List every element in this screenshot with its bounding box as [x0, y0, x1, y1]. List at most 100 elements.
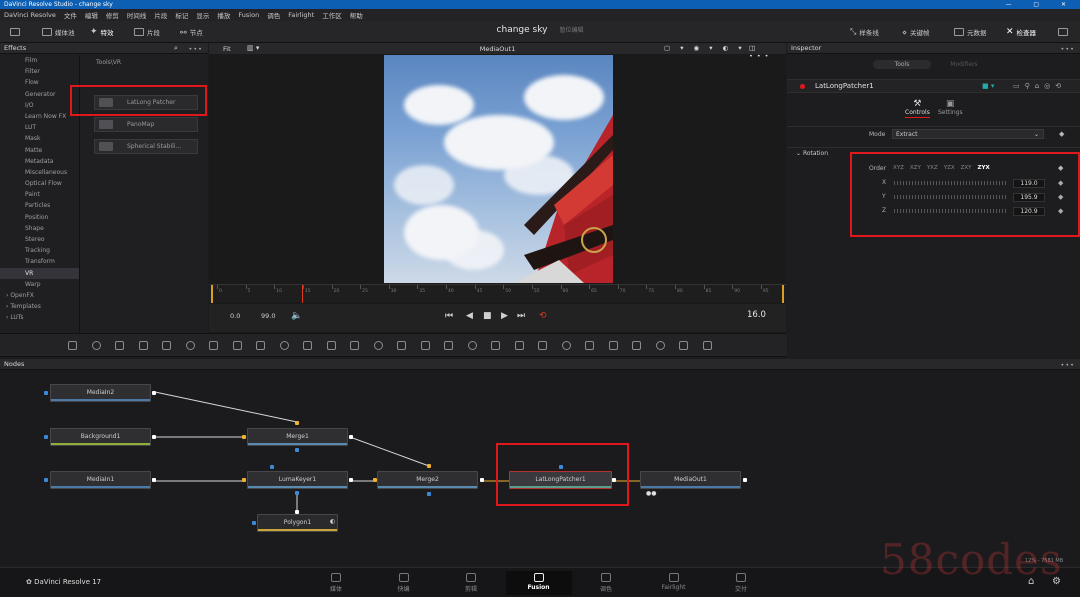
- keyframe-diamond-icon[interactable]: ◆: [1058, 207, 1063, 215]
- rotation-value-input[interactable]: 120.9: [1013, 207, 1045, 216]
- page-tab-4[interactable]: 调色: [573, 571, 639, 595]
- saver-tool-icon[interactable]: [397, 341, 406, 350]
- effects-category-item[interactable]: VR: [0, 267, 79, 279]
- node-port[interactable]: [295, 510, 299, 514]
- effects-category-item[interactable]: Tracking: [0, 245, 79, 256]
- more-options-icon[interactable]: •••: [188, 45, 203, 53]
- effects-category-item[interactable]: Miscellaneous: [0, 167, 79, 178]
- menu-item[interactable]: 标记: [175, 10, 188, 20]
- search-icon[interactable]: ⌕: [174, 44, 178, 53]
- node-port[interactable]: [427, 464, 431, 468]
- node-port[interactable]: [44, 478, 48, 482]
- node-port[interactable]: [295, 448, 299, 452]
- node-mediaout1[interactable]: MediaOut1: [640, 471, 741, 489]
- nodes-button[interactable]: ⚯ 节点: [180, 26, 203, 38]
- effects-group-item[interactable]: › Templates: [0, 301, 79, 312]
- settings-tab[interactable]: ▣ Settings: [938, 99, 963, 116]
- keyframe-diamond-icon[interactable]: ◆: [1058, 179, 1063, 187]
- menu-item[interactable]: 帮助: [350, 10, 363, 20]
- resize-tool-icon[interactable]: [350, 341, 359, 350]
- menu-item[interactable]: 时间线: [127, 10, 147, 20]
- effects-category-item[interactable]: Flow: [0, 77, 79, 88]
- effects-category-item[interactable]: Transform: [0, 256, 79, 267]
- node-port[interactable]: [242, 478, 246, 482]
- effects-category-item[interactable]: Matte: [0, 145, 79, 156]
- play-icon[interactable]: ▶: [501, 311, 508, 321]
- keyframe-diamond-icon[interactable]: ◆: [1058, 193, 1063, 201]
- blur-tool-icon[interactable]: [185, 341, 195, 350]
- effects-category-item[interactable]: Generator: [0, 89, 79, 100]
- clips-button[interactable]: 片段: [134, 26, 160, 38]
- node-port[interactable]: [349, 478, 353, 482]
- 3d-tool-icon[interactable]: [585, 341, 594, 350]
- page-tab-6[interactable]: 交付: [708, 571, 774, 595]
- menu-item[interactable]: 编辑: [85, 10, 98, 20]
- inspector-button[interactable]: ✕ 检查器: [1006, 26, 1036, 38]
- menu-item[interactable]: 显示: [196, 10, 209, 20]
- node-port[interactable]: [427, 492, 431, 496]
- more-options-icon[interactable]: •••: [1060, 45, 1075, 53]
- node-port[interactable]: [152, 391, 156, 395]
- rotation-value-input[interactable]: 119.0: [1013, 179, 1045, 188]
- polygon-mask-icon[interactable]: [467, 341, 477, 350]
- menu-item[interactable]: DaVinci Resolve: [4, 11, 56, 19]
- loader-tool-icon[interactable]: [373, 341, 383, 350]
- window-controls[interactable]: — ▢ ✕: [1005, 0, 1076, 9]
- node-mediain1[interactable]: MediaIn1: [50, 471, 151, 489]
- rotation-section[interactable]: ⌄ Rotation: [796, 150, 828, 157]
- node-merge1[interactable]: Merge1: [247, 428, 348, 446]
- rotation-value-input[interactable]: 195.9: [1013, 193, 1045, 202]
- effects-category-item[interactable]: I/O: [0, 100, 79, 111]
- node-merge2[interactable]: Merge2: [377, 471, 478, 489]
- effects-category-item[interactable]: Film: [0, 55, 79, 66]
- menu-item[interactable]: 文件: [64, 10, 77, 20]
- keyframe-diamond-icon[interactable]: ◆: [1059, 130, 1064, 138]
- effects-category-item[interactable]: Metadata: [0, 156, 79, 167]
- particle-tool-icon[interactable]: [256, 341, 265, 350]
- audio-icon[interactable]: 🔈: [291, 311, 302, 321]
- node-port[interactable]: [152, 435, 156, 439]
- controls-tab[interactable]: ⚒ Controls: [905, 99, 930, 118]
- effects-group-item[interactable]: › LUTs: [0, 312, 79, 323]
- tab-tools[interactable]: Tools: [873, 60, 931, 69]
- text-tool-icon[interactable]: [115, 341, 124, 350]
- rotation-slider[interactable]: [894, 209, 1008, 213]
- effects-category-item[interactable]: Position: [0, 212, 79, 223]
- start-frame[interactable]: 0.0: [230, 312, 240, 320]
- effects-category-item[interactable]: LUT: [0, 122, 79, 133]
- menu-item[interactable]: 工作区: [322, 10, 342, 20]
- renderer-tool-icon[interactable]: [655, 341, 665, 350]
- shape-tool-icon[interactable]: [561, 341, 571, 350]
- paint-tool-icon[interactable]: [91, 341, 101, 350]
- node-mediain2[interactable]: MediaIn2: [50, 384, 151, 402]
- ellipse-mask-icon[interactable]: [444, 341, 453, 350]
- node-port[interactable]: [743, 478, 747, 482]
- node-port[interactable]: [349, 435, 353, 439]
- transform-tool-icon[interactable]: [303, 341, 312, 350]
- rotation-slider[interactable]: [894, 181, 1008, 185]
- effects-category-item[interactable]: Filter: [0, 66, 79, 77]
- go-to-start-icon[interactable]: ⏮: [445, 311, 453, 321]
- menu-item[interactable]: Fusion: [238, 11, 259, 19]
- node-lumakeyer1[interactable]: LumaKeyer1: [247, 471, 348, 489]
- camera-tool-icon[interactable]: [608, 341, 618, 350]
- node-port[interactable]: [44, 435, 48, 439]
- layout-icons[interactable]: ◫ •••: [749, 44, 786, 60]
- node-port[interactable]: [152, 478, 156, 482]
- playhead[interactable]: [302, 285, 303, 303]
- loop-icon[interactable]: ⟲: [539, 311, 547, 321]
- effects-group-item[interactable]: › OpenFX: [0, 290, 79, 301]
- effects-category-item[interactable]: Learn Now FX: [0, 111, 79, 122]
- effects-category-item[interactable]: Shape: [0, 223, 79, 234]
- background-tool-icon[interactable]: [68, 341, 77, 350]
- effects-category-item[interactable]: Paint: [0, 189, 79, 200]
- page-tab-2[interactable]: 剪辑: [438, 571, 504, 595]
- tab-modifiers[interactable]: Modifiers: [935, 60, 993, 69]
- node-port[interactable]: [295, 491, 299, 495]
- timeline-ruler[interactable]: 0 5 10 15 20 25 30 35 40 45 50 55 60 65 70 75 80 85 90 95: [209, 284, 786, 303]
- metadata-button[interactable]: 元数据: [954, 26, 987, 38]
- range-start-marker[interactable]: [211, 285, 213, 303]
- menu-item[interactable]: 修剪: [106, 10, 119, 20]
- effects-category-item[interactable]: Warp: [0, 279, 79, 290]
- page-tab-0[interactable]: 媒体: [303, 571, 369, 595]
